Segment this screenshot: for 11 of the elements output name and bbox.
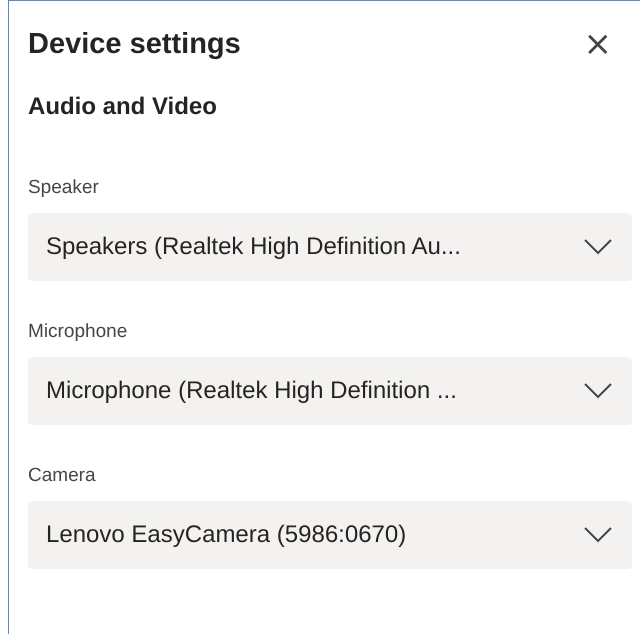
- device-dropdown[interactable]: Speakers (Realtek High Definition Au...: [28, 213, 632, 281]
- chevron-down-icon: [584, 239, 612, 255]
- device-dropdown[interactable]: Lenovo EasyCamera (5986:0670): [28, 501, 632, 569]
- field-label: Speaker: [28, 177, 99, 199]
- chevron-down-icon: [584, 383, 612, 399]
- chevron-down-icon: [584, 527, 612, 543]
- device-dropdown[interactable]: Microphone (Realtek High Definition ...: [28, 357, 632, 425]
- field-label: Microphone: [28, 321, 128, 343]
- section-title: Audio and Video: [28, 93, 217, 121]
- dialog-title: Device settings: [28, 28, 241, 60]
- field-label: Camera: [28, 465, 96, 487]
